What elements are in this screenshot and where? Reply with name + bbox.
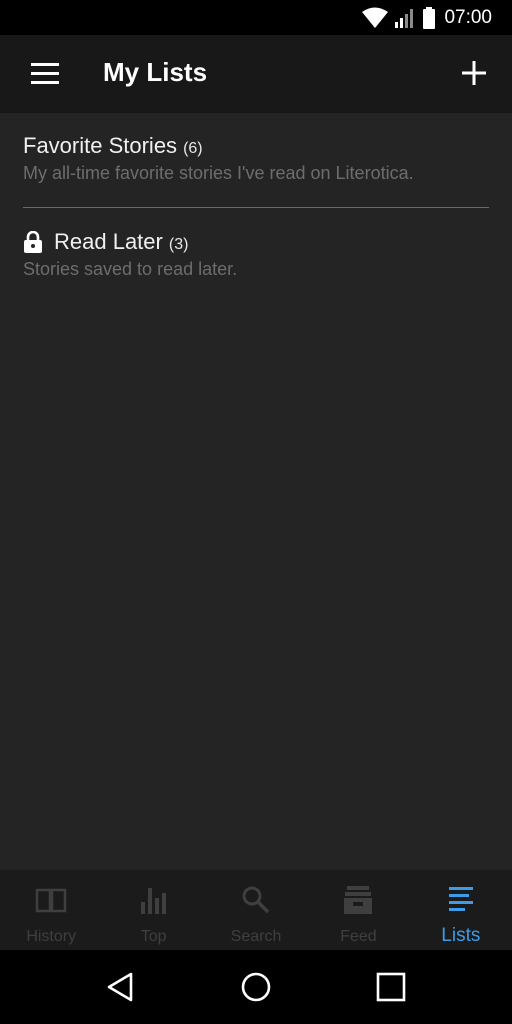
list-item-read-later[interactable]: Read Later (3) Stories saved to read lat… xyxy=(23,229,489,289)
list-item-description: My all-time favorite stories I've read o… xyxy=(23,163,414,183)
home-icon[interactable] xyxy=(239,970,273,1004)
nav-label: Search xyxy=(230,928,282,945)
nav-label: Top xyxy=(140,928,167,945)
battery-icon xyxy=(423,7,436,29)
add-list-button[interactable] xyxy=(458,57,490,89)
nav-label: Lists xyxy=(441,925,481,946)
lock-icon xyxy=(24,231,42,253)
nav-item-top[interactable]: Top xyxy=(102,870,204,950)
nav-item-feed[interactable]: Feed xyxy=(307,870,409,950)
inbox-icon xyxy=(344,886,373,914)
divider xyxy=(23,207,489,208)
nav-item-lists[interactable]: Lists xyxy=(410,870,512,950)
bar-chart-icon xyxy=(140,888,166,914)
nav-item-history[interactable]: History xyxy=(0,870,102,950)
menu-icon[interactable] xyxy=(28,59,62,89)
status-time: 07:00 xyxy=(444,7,492,28)
page-title: My Lists xyxy=(103,57,208,87)
list-item-favorite-stories[interactable]: Favorite Stories (6) My all-time favorit… xyxy=(23,133,489,207)
app-bar: My Lists xyxy=(0,35,512,113)
wifi-icon xyxy=(362,7,389,28)
search-icon xyxy=(242,886,270,914)
book-icon xyxy=(35,888,67,913)
list-item-title-row: Read Later (3) xyxy=(23,229,489,255)
list-icon xyxy=(448,887,473,911)
list-item-title-row: Favorite Stories (6) xyxy=(23,133,489,159)
signal-icon xyxy=(395,9,414,28)
status-bar: 07:00 xyxy=(0,0,512,35)
list-item-title: Favorite Stories xyxy=(23,133,178,158)
status-icons: 07:00 xyxy=(362,6,492,30)
list-item-count: (6) xyxy=(183,140,203,157)
list-item-description: Stories saved to read later. xyxy=(23,259,238,279)
nav-label: Feed xyxy=(340,928,377,945)
system-nav-bar xyxy=(0,950,512,1024)
list-item-count: (3) xyxy=(168,236,189,253)
list-item-title: Read Later xyxy=(54,229,163,254)
nav-label: History xyxy=(26,928,77,945)
lists-content: Favorite Stories (6) My all-time favorit… xyxy=(0,113,512,870)
nav-item-search[interactable]: Search xyxy=(205,870,307,950)
bottom-nav: History Top Search Feed Lists xyxy=(0,870,512,950)
back-icon[interactable] xyxy=(104,970,138,1004)
recents-icon[interactable] xyxy=(374,970,408,1004)
